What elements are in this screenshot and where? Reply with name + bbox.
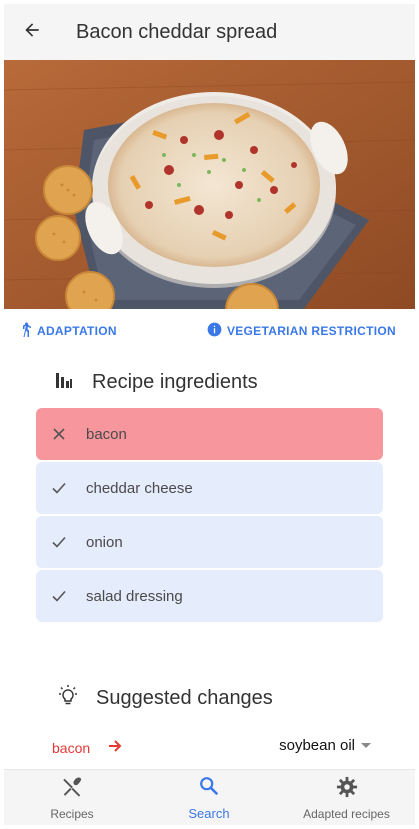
ingredient-item-salad-dressing[interactable]: salad dressing — [36, 570, 383, 622]
adaptation-tag-label: ADAPTATION — [37, 324, 117, 338]
close-icon — [36, 428, 82, 440]
nav-search[interactable]: Search — [176, 770, 242, 825]
original-ingredient: bacon — [52, 740, 91, 756]
nav-adapted-recipes[interactable]: Adapted recipes — [294, 770, 399, 825]
nav-recipes[interactable]: Recipes — [40, 770, 104, 825]
ingredient-label: cheddar cheese — [86, 479, 193, 497]
bar-chart-icon — [54, 370, 74, 395]
adaptation-tag[interactable]: ADAPTATION — [20, 322, 117, 340]
walking-person-icon — [20, 322, 37, 340]
recipe-tags: ADAPTATION VEGETARIAN RESTRICTION — [4, 322, 415, 340]
fork-knife-icon — [61, 776, 83, 803]
suggested-changes-header: Suggested changes — [56, 684, 273, 713]
nav-recipes-label: Recipes — [50, 806, 94, 821]
recipe-image — [4, 60, 415, 309]
suggested-changes-title: Suggested changes — [96, 687, 273, 709]
nav-search-label: Search — [188, 806, 230, 821]
gear-icon — [336, 776, 358, 803]
bottom-navigation: Recipes Search Adapted recipes — [4, 769, 415, 825]
back-button[interactable] — [4, 4, 60, 60]
search-icon — [198, 775, 220, 802]
vegetarian-restriction-tag[interactable]: VEGETARIAN RESTRICTION — [207, 322, 396, 340]
ingredients-header: Recipe ingredients — [54, 370, 258, 395]
check-icon — [36, 482, 82, 494]
ingredients-title: Recipe ingredients — [92, 371, 258, 393]
suggested-change-row: bacon soybean oil — [4, 737, 415, 759]
ingredient-label: salad dressing — [86, 587, 183, 605]
ingredient-item-onion[interactable]: onion — [36, 516, 383, 568]
check-icon — [36, 536, 82, 548]
substitute-select[interactable]: soybean oil — [279, 737, 371, 754]
ingredient-label: bacon — [86, 425, 127, 443]
lightbulb-icon — [56, 684, 80, 713]
page-title: Bacon cheddar spread — [76, 20, 278, 43]
ingredient-item-cheddar-cheese[interactable]: cheddar cheese — [36, 462, 383, 514]
app-frame: Bacon cheddar spread ADAPTATION VEGETARI… — [4, 4, 415, 825]
arrow-back-icon — [22, 20, 42, 45]
arrow-right-icon — [108, 739, 122, 758]
ingredient-label: onion — [86, 533, 123, 551]
check-icon — [36, 590, 82, 602]
ingredient-item-bacon[interactable]: bacon — [36, 408, 383, 460]
substitute-value: soybean oil — [279, 737, 355, 754]
nav-adapted-recipes-label: Adapted recipes — [303, 806, 390, 821]
restriction-tag-label: VEGETARIAN RESTRICTION — [226, 324, 396, 338]
dropdown-caret-icon — [361, 743, 371, 748]
info-icon — [207, 322, 227, 340]
top-app-bar: Bacon cheddar spread — [4, 4, 415, 60]
